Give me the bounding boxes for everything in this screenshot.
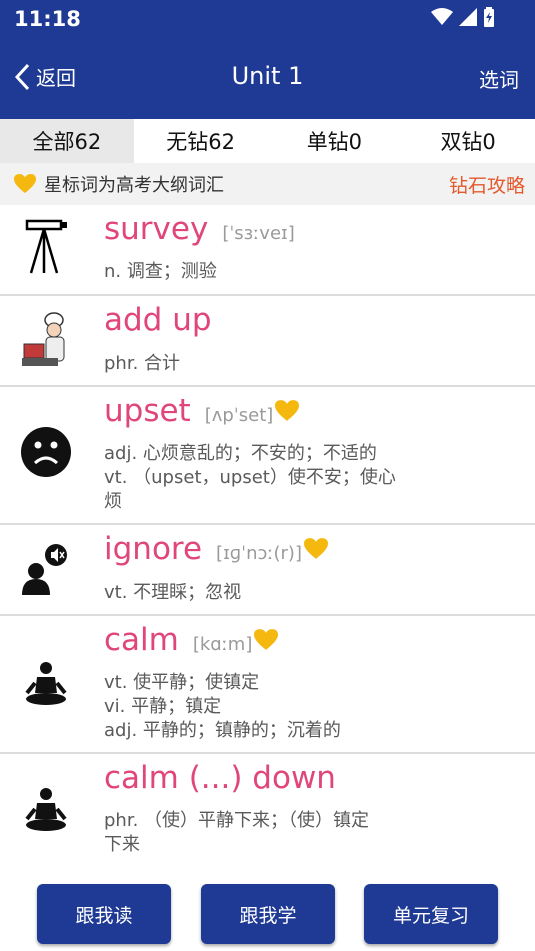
word-text: upset <box>104 393 191 429</box>
word-line: calm (...) down <box>104 760 336 796</box>
phonetic: [kɑːm] <box>192 634 253 655</box>
chef-adding-icon <box>14 308 78 372</box>
definition-line: vt. 使平静；使镇定 <box>104 672 260 693</box>
read-with-me-button[interactable]: 跟我读 <box>37 884 171 944</box>
word-text: ignore <box>104 531 203 567</box>
phonetic: [ʌpˈset] <box>204 405 274 426</box>
battery-icon <box>484 7 494 27</box>
survey-tripod-icon <box>14 215 78 279</box>
heart-star-icon <box>275 400 300 422</box>
definition-line: vt. （upset，upset）使不安；使心 <box>104 467 396 488</box>
word-text: calm (...) down <box>104 760 336 796</box>
definition-line: adj. 平静的；镇静的；沉着的 <box>104 720 341 741</box>
tab-double-diamond[interactable]: 双钻0 <box>401 119 535 163</box>
wifi-icon <box>431 8 453 25</box>
definition-line: vt. 不理睬；忽视 <box>104 582 242 603</box>
status-icons <box>431 7 495 27</box>
word-text: calm <box>104 622 179 658</box>
bottom-action-bar: 跟我读 跟我学 单元复习 <box>0 869 535 951</box>
status-time: 11:18 <box>14 7 81 31</box>
word-line: survey [ˈsɜːveɪ] <box>104 211 295 247</box>
word-item-ignore[interactable]: ignore [ɪɡˈnɔː(r)] vt. 不理睬；忽视 <box>0 525 535 616</box>
definition-line: phr. 合计 <box>104 353 181 374</box>
word-line: calm [kɑːm] <box>104 622 279 658</box>
definition-line: 下来 <box>104 834 140 855</box>
word-text: survey <box>104 211 209 247</box>
app-header: 11:18 返回 Unit 1 选词 <box>0 0 535 119</box>
page-title: Unit 1 <box>231 62 304 90</box>
definitions: phr. 合计 <box>104 352 434 376</box>
word-line: ignore [ɪɡˈnɔː(r)] <box>104 531 328 567</box>
notice-bar: 星标词为高考大纲词汇 钻石攻略 <box>0 163 535 205</box>
word-item-calm-down[interactable]: calm (...) down phr. （使）平静下来；（使）镇定 下来 <box>0 754 535 868</box>
back-button[interactable]: 返回 <box>14 62 76 91</box>
word-text: add up <box>104 302 212 338</box>
definition-line: vi. 平静；镇定 <box>104 696 222 717</box>
chevron-left-icon <box>14 63 30 90</box>
tab-all[interactable]: 全部62 <box>0 119 134 163</box>
tab-single-diamond[interactable]: 单钻0 <box>268 119 402 163</box>
sad-face-icon <box>14 423 78 487</box>
word-item-add-up[interactable]: add up phr. 合计 <box>0 296 535 387</box>
definition-line: 烦 <box>104 491 122 512</box>
definitions: vt. 不理睬；忽视 <box>104 581 434 605</box>
mute-person-icon <box>14 537 78 601</box>
definition-line: phr. （使）平静下来；（使）镇定 <box>104 810 370 831</box>
back-label: 返回 <box>36 66 76 90</box>
word-item-upset[interactable]: upset [ʌpˈset] adj. 心烦意乱的；不安的；不适的 vt. （u… <box>0 387 535 525</box>
heart-star-icon <box>303 538 328 560</box>
definitions: phr. （使）平静下来；（使）镇定 下来 <box>104 809 434 857</box>
definition-line: n. 调查；测验 <box>104 261 217 282</box>
word-list: survey [ˈsɜːveɪ] n. 调查；测验 add up phr. 合计… <box>0 205 535 868</box>
heart-star-icon <box>254 629 279 651</box>
unit-review-button[interactable]: 单元复习 <box>364 884 498 944</box>
word-item-survey[interactable]: survey [ˈsɜːveɪ] n. 调查；测验 <box>0 205 535 296</box>
word-line: upset [ʌpˈset] <box>104 393 300 429</box>
tab-no-diamond[interactable]: 无钻62 <box>134 119 268 163</box>
definitions: adj. 心烦意乱的；不安的；不适的 vt. （upset，upset）使不安；… <box>104 442 434 514</box>
word-item-calm[interactable]: calm [kɑːm] vt. 使平静；使镇定 vi. 平静；镇定 adj. 平… <box>0 616 535 754</box>
learn-with-me-button[interactable]: 跟我学 <box>201 884 335 944</box>
definitions: vt. 使平静；使镇定 vi. 平静；镇定 adj. 平静的；镇静的；沉着的 <box>104 671 434 743</box>
meditation-icon <box>14 778 78 842</box>
phonetic: [ˈsɜːveɪ] <box>222 223 295 244</box>
phonetic: [ɪɡˈnɔː(r)] <box>216 543 302 564</box>
filter-tabs: 全部62 无钻62 单钻0 双钻0 <box>0 119 535 163</box>
heart-icon <box>14 174 36 194</box>
definitions: n. 调查；测验 <box>104 260 434 284</box>
definition-line: adj. 心烦意乱的；不安的；不适的 <box>104 443 377 464</box>
word-line: add up <box>104 302 212 338</box>
diamond-guide-link[interactable]: 钻石攻略 <box>449 171 525 198</box>
select-words-button[interactable]: 选词 <box>479 64 519 93</box>
signal-icon <box>459 8 477 26</box>
meditation-icon <box>14 652 78 716</box>
notice-text: 星标词为高考大纲词汇 <box>44 175 224 196</box>
